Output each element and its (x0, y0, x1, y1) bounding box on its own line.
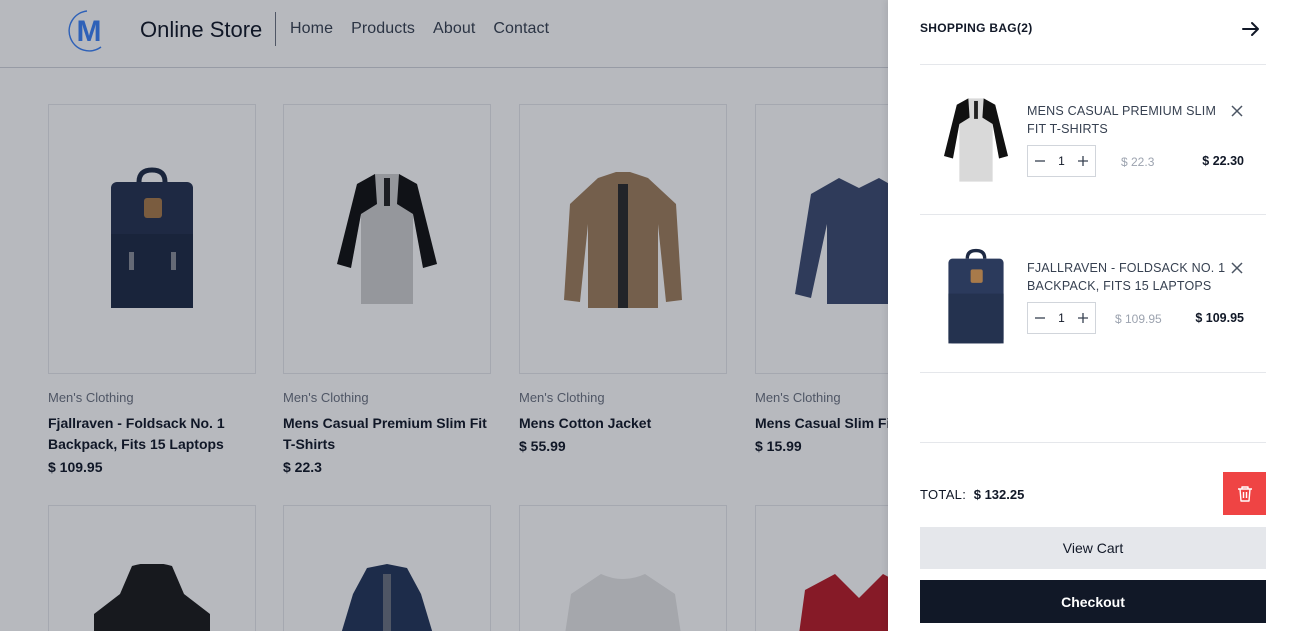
henley-shirt-icon (944, 98, 1008, 182)
cart-total: TOTAL: $ 132.25 (920, 487, 1024, 502)
quantity-value: 1 (1058, 154, 1065, 168)
shopping-bag-title: SHOPPING BAG(2) (920, 21, 1033, 35)
minus-icon[interactable] (1034, 155, 1046, 167)
trash-icon (1237, 485, 1252, 502)
cart-item-unit-price: $ 109.95 (1115, 312, 1162, 326)
backpack-icon (948, 248, 1004, 344)
close-icon[interactable] (1230, 261, 1244, 275)
quantity-stepper: 1 (1027, 302, 1096, 334)
divider (920, 214, 1266, 215)
quantity-stepper: 1 (1027, 145, 1096, 177)
total-value: $ 132.25 (973, 487, 1025, 502)
cart-item-line-total: $ 22.30 (1202, 154, 1244, 168)
view-cart-button[interactable]: View Cart (920, 527, 1266, 569)
cart-item-name[interactable]: FJALLRAVEN - FOLDSACK NO. 1 BACKPACK, FI… (1027, 259, 1227, 295)
clear-cart-button[interactable] (1223, 472, 1266, 515)
checkout-button[interactable]: Checkout (920, 580, 1266, 623)
cart-item: MENS CASUAL PREMIUM SLIM FIT T-SHIRTS 1 … (920, 64, 1266, 214)
arrow-right-icon[interactable] (1240, 18, 1262, 40)
plus-icon[interactable] (1077, 312, 1089, 324)
minus-icon[interactable] (1034, 312, 1046, 324)
divider (920, 372, 1266, 373)
divider (920, 442, 1266, 443)
close-icon[interactable] (1230, 104, 1244, 118)
cart-item-unit-price: $ 22.3 (1121, 155, 1155, 169)
shopping-bag-panel: SHOPPING BAG(2) MENS CASUAL PREMIUM SLIM… (888, 0, 1291, 631)
cart-item: FJALLRAVEN - FOLDSACK NO. 1 BACKPACK, FI… (920, 221, 1266, 371)
cart-item-line-total: $ 109.95 (1195, 311, 1244, 325)
total-label: TOTAL: (920, 487, 967, 502)
quantity-value: 1 (1058, 311, 1065, 325)
page-dim-overlay[interactable] (0, 0, 888, 631)
cart-item-image (936, 90, 1016, 190)
cart-item-image (936, 247, 1016, 347)
cart-item-name[interactable]: MENS CASUAL PREMIUM SLIM FIT T-SHIRTS (1027, 102, 1227, 138)
plus-icon[interactable] (1077, 155, 1089, 167)
